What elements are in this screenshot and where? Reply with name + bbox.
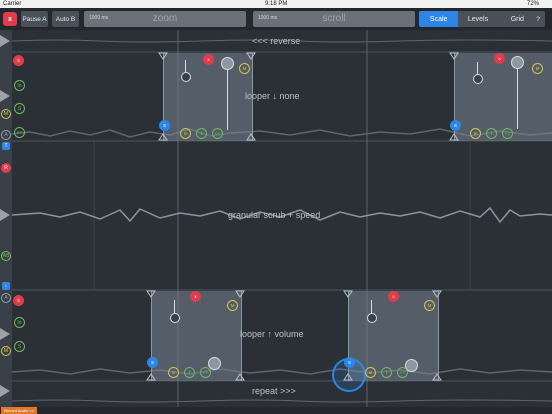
record-audio-button[interactable]: Record Audio >> [1,407,37,414]
bottom-bar [0,407,552,414]
loop-markers [146,52,459,381]
